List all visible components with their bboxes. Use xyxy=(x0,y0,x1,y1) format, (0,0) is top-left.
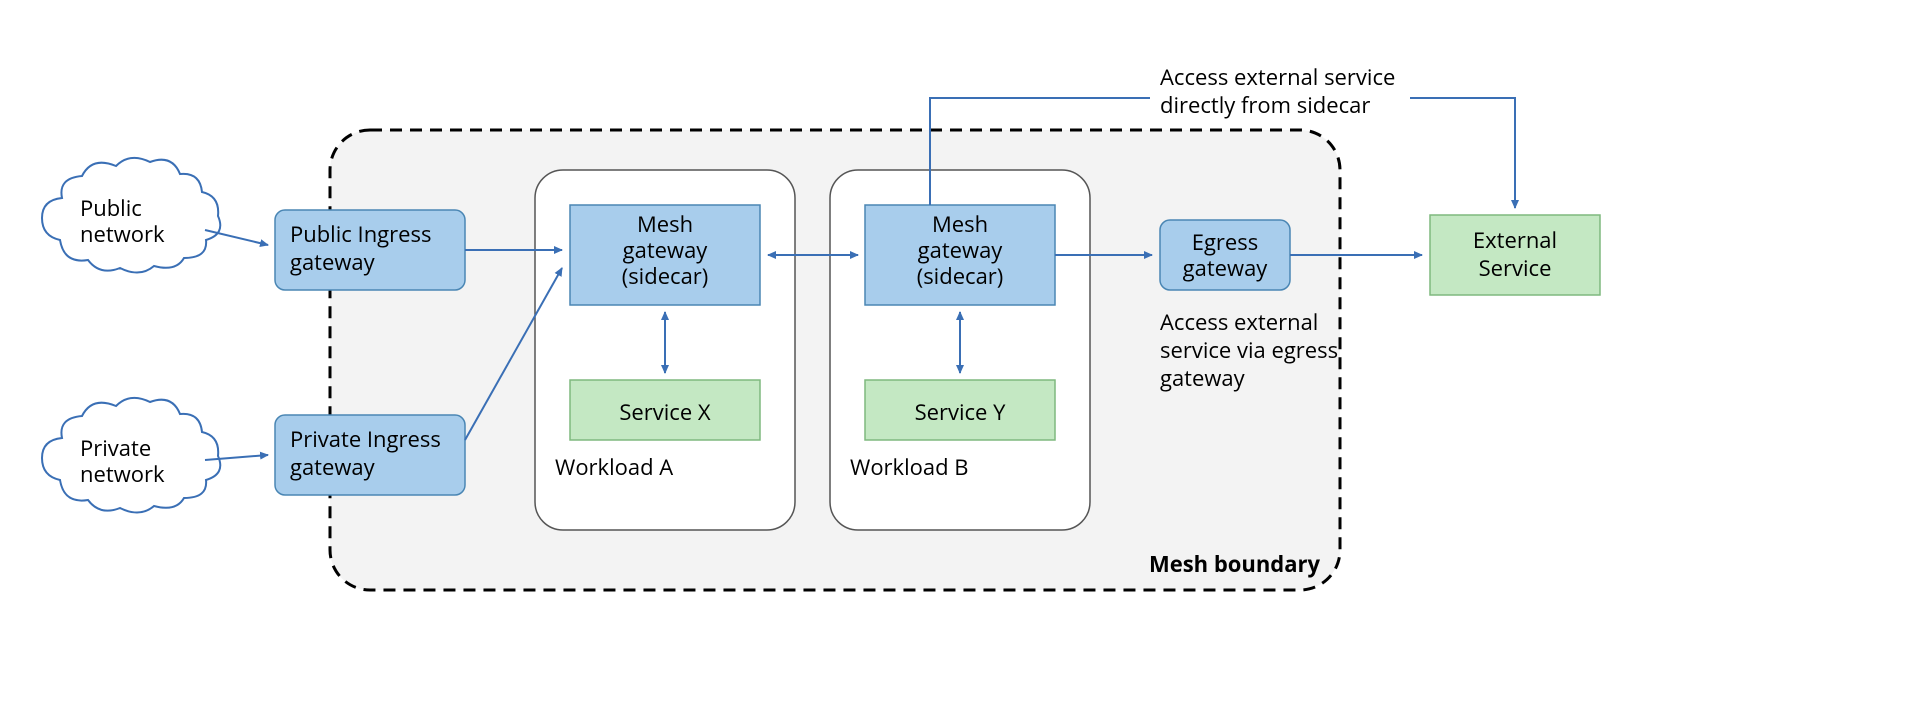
annotation-direct-1: Access external service xyxy=(1160,62,1395,92)
mesh-gateway-a-line3: (sidecar) xyxy=(622,261,709,291)
annotation-via-3: gateway xyxy=(1160,363,1246,393)
annotation-via-2: service via egress xyxy=(1160,335,1338,365)
service-y-label: Service Y xyxy=(915,397,1007,427)
egress-label-2: gateway xyxy=(1183,253,1269,283)
workload-a-label: Workload A xyxy=(555,452,673,482)
public-network-cloud: Public network xyxy=(42,158,220,273)
private-network-cloud: Private network xyxy=(42,398,220,513)
private-ingress-label-2: gateway xyxy=(290,452,376,482)
arrow-public-to-ingress xyxy=(205,230,268,245)
annotation-direct-2: directly from sidecar xyxy=(1160,90,1370,120)
private-network-label-2: network xyxy=(80,459,165,489)
public-ingress-label-1: Public Ingress xyxy=(290,219,431,249)
public-ingress-label-2: gateway xyxy=(290,247,376,277)
service-x-label: Service X xyxy=(619,397,711,427)
mesh-boundary-label: Mesh boundary xyxy=(1149,549,1321,579)
mesh-gateway-b-line3: (sidecar) xyxy=(917,261,1004,291)
private-ingress-label-1: Private Ingress xyxy=(290,424,441,454)
public-network-label-2: network xyxy=(80,219,165,249)
workload-b-label: Workload B xyxy=(850,452,969,482)
annotation-via-1: Access external xyxy=(1160,307,1318,337)
external-label-1: External xyxy=(1473,225,1557,255)
external-label-2: Service xyxy=(1479,253,1552,283)
